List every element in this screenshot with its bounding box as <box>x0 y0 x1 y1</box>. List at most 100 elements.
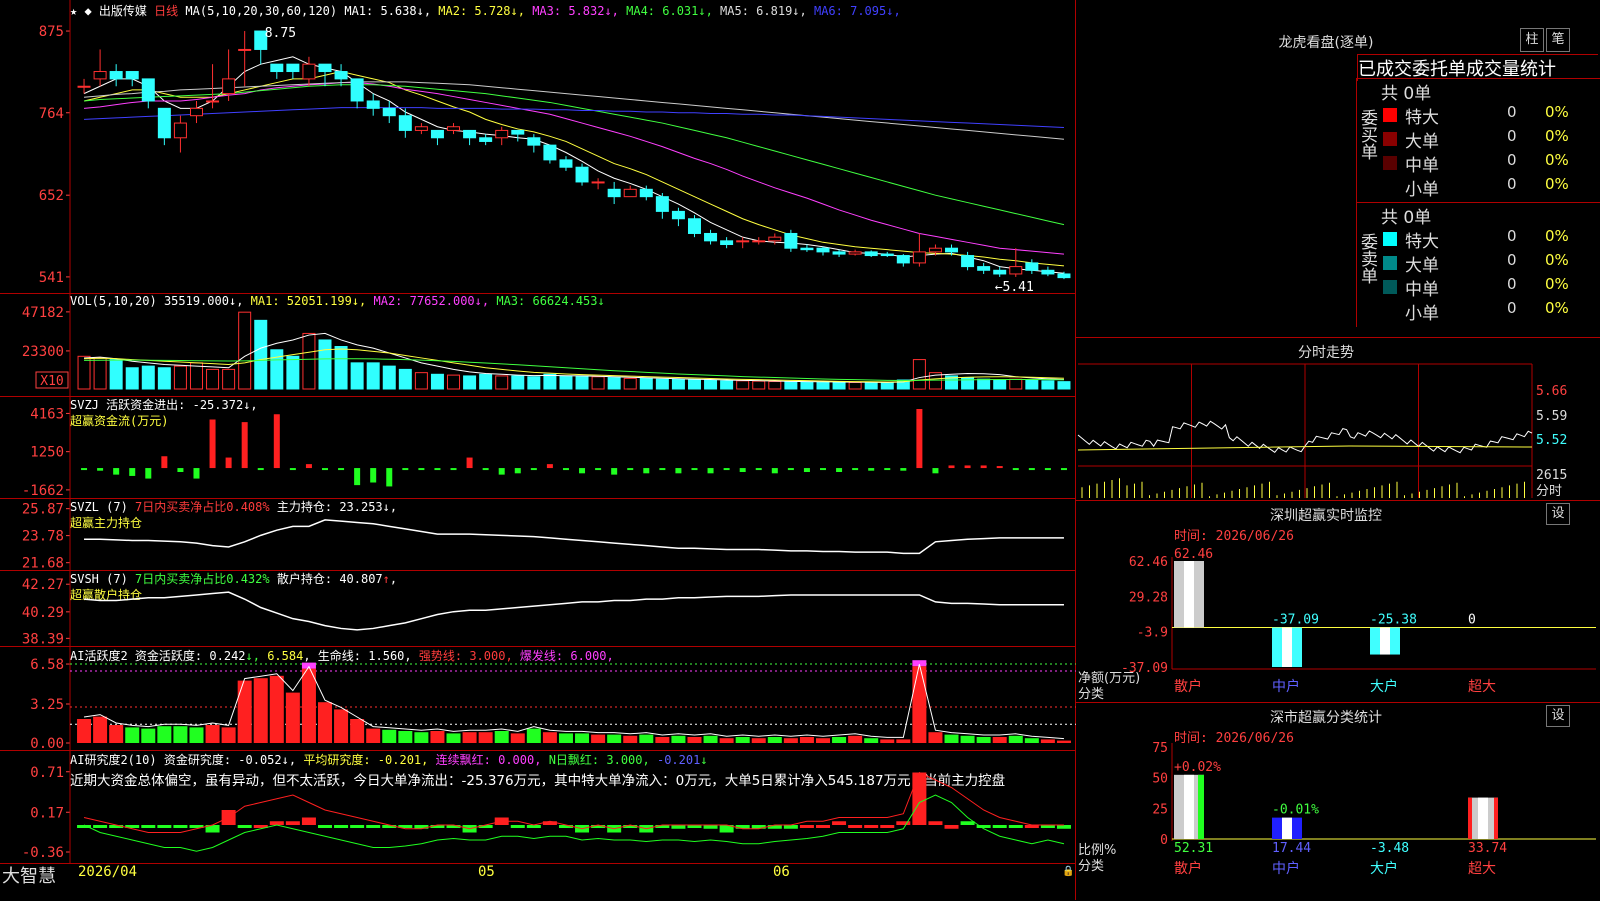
candle-body <box>736 240 750 243</box>
order-pct: 0% <box>1545 227 1569 245</box>
research-bar <box>93 825 108 828</box>
volume-bar <box>350 362 364 390</box>
volume-bar <box>543 373 557 390</box>
order-pct: 0% <box>1545 299 1569 317</box>
flow-bar <box>257 468 264 471</box>
candle-body <box>655 196 669 212</box>
activity-bar <box>446 733 461 743</box>
candle-body <box>575 166 589 183</box>
order-count: 0 <box>1507 299 1517 317</box>
candle-body <box>511 129 525 135</box>
activity-bar <box>542 732 557 743</box>
flow-bar <box>723 468 730 471</box>
volume-bar <box>366 362 380 390</box>
candle-body <box>832 251 846 255</box>
flow-bar <box>1044 468 1051 471</box>
activity-bar <box>318 702 332 743</box>
flow-bar <box>273 414 280 469</box>
activity-bar <box>350 719 365 743</box>
volume-bar <box>575 375 589 390</box>
candle-body <box>495 129 509 139</box>
volume-bar <box>318 339 332 390</box>
flow-bar <box>209 419 216 469</box>
volume-bar <box>912 359 926 390</box>
volume-bar <box>238 311 252 390</box>
flow-bar <box>1012 468 1019 471</box>
order-name: 小单 <box>1405 304 1439 324</box>
research-bar <box>799 825 814 828</box>
ma-line <box>83 82 1065 255</box>
stat-bar-highlight <box>1282 817 1292 839</box>
candle-body <box>366 100 380 109</box>
volume-bar <box>511 375 525 390</box>
research-bar <box>928 821 943 825</box>
candle-body <box>591 181 605 184</box>
ai-research-panel[interactable]: AI研究度2(10) 资金研究度: -0.052↓, 平均研究度: -0.201… <box>0 751 1076 863</box>
order-swatch <box>1383 256 1397 270</box>
bar-mode-button[interactable]: 柱 <box>1520 28 1544 52</box>
sz-axis-label: -3.9 <box>1137 626 1168 641</box>
ai-activity-panel[interactable]: AI活跃度2 资金活跃度: 0.242↓, 6.584, 生命线: 1.560,… <box>0 647 1076 751</box>
order-pct: 0% <box>1545 251 1569 269</box>
axis-tick-label: 38.39 <box>22 631 64 647</box>
sz-bar-highlight <box>1282 627 1292 667</box>
order-row: 特大 0 0% <box>1357 227 1600 252</box>
volume-bar <box>736 380 750 390</box>
flow-bar <box>739 468 746 472</box>
lock-icon[interactable]: 🔒 <box>1062 866 1074 877</box>
svzl-panel[interactable]: SVZL (7) 7日内买卖净占比0.408% 主力持仓: 23.253↓, 超… <box>0 499 1076 571</box>
price-panel[interactable]: ★ ◆ 出版传媒 日线 MA(5,10,20,30,60,120) MA1: 5… <box>0 0 1076 294</box>
activity-bar <box>575 733 590 743</box>
tick-mode-button[interactable]: 笔 <box>1546 28 1570 52</box>
sz-category-label: 散户 <box>1174 678 1202 695</box>
flow-bar <box>820 468 826 471</box>
volume-bar <box>704 379 718 390</box>
volume-bar <box>382 365 396 390</box>
svzj-panel[interactable]: SVZJ 活跃资金进出: -25.372↓, 超赢资金流(万元) 4163 125… <box>0 397 1076 499</box>
activity-bar <box>864 738 879 743</box>
axis-tick-label: 25.87 <box>22 502 64 518</box>
axis-tick-label: 652 <box>39 188 64 204</box>
low-price-label: ←5.41 <box>995 280 1034 294</box>
candle-body <box>639 188 653 198</box>
activity-bar <box>799 737 814 743</box>
order-row: 小单 0 0% <box>1357 175 1600 200</box>
activity-bar <box>783 738 798 743</box>
stat-bottom-label: 17.44 <box>1272 841 1311 856</box>
research-bar <box>735 825 750 829</box>
right-panel: 龙虎看盘(逐单) 柱 笔 已成交委托单成交量统计 委买单 共 0单 特大 0 0% 大… <box>1076 0 1600 900</box>
axis-tick-label: 4163 <box>30 406 64 422</box>
svsh-panel[interactable]: SVSH (7) 7日内买卖净占比0.432% 散户持仓: 40.807↑, 超… <box>0 571 1076 647</box>
candle-body <box>623 188 637 198</box>
candle-body <box>1041 269 1055 275</box>
volume-panel[interactable]: VOL(5,10,20) 35519.000↓, MA1: 52051.199↓… <box>0 294 1076 397</box>
flow-bar <box>289 468 296 471</box>
lhb-title: 龙虎看盘(逐单) <box>1278 35 1374 51</box>
price-svg: 875 764 652 541 8.75 ←5.41 <box>39 0 1071 294</box>
candle-body <box>270 63 284 73</box>
sz-axis-label: 62.46 <box>1129 555 1168 570</box>
order-swatch <box>1383 132 1397 146</box>
order-row: 大单 0 0% <box>1357 251 1600 276</box>
candle-body <box>302 63 316 80</box>
flow-bar <box>338 468 345 471</box>
candle-body <box>864 251 878 257</box>
flow-bar <box>932 468 939 474</box>
flow-bar <box>193 468 200 479</box>
flow-bar <box>675 468 682 474</box>
candle-body <box>286 63 300 73</box>
volume-bar <box>463 375 477 390</box>
activity-bar <box>976 737 991 743</box>
activity-bar <box>591 734 606 743</box>
volume-bar <box>993 379 1007 390</box>
candle-body <box>768 236 782 242</box>
flow-bar <box>514 468 521 474</box>
intraday-section[interactable]: 分时走势 5.66 5.59 5.52 2615 分时 <box>1076 338 1600 501</box>
axis-tick-label: -0.36 <box>22 845 64 861</box>
chart-area[interactable]: ★ ◆ 出版传媒 日线 MA(5,10,20,30,60,120) MA1: 5… <box>0 0 1076 900</box>
flow-bar <box>1060 468 1067 471</box>
activity-bar <box>398 731 413 743</box>
candle-body <box>993 269 1007 275</box>
volume-bar <box>671 378 685 390</box>
volume-bar <box>816 381 830 390</box>
